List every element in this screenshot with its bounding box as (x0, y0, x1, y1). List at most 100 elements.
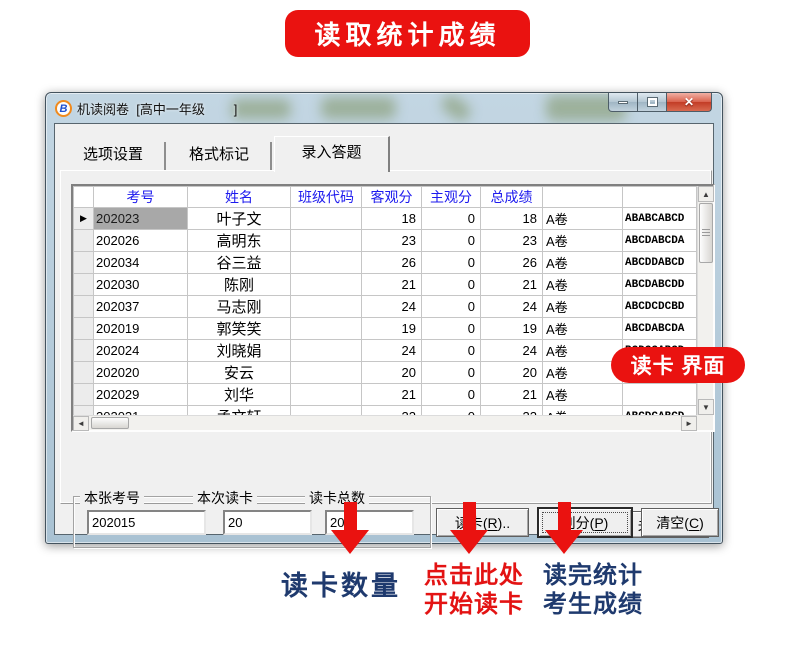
cell-answers[interactable]: ABCDABCDA (623, 318, 697, 340)
cell-class-code[interactable] (291, 318, 362, 340)
cell-total-score[interactable]: 19 (481, 318, 543, 340)
cell-total-score[interactable]: 24 (481, 340, 543, 362)
row-selector[interactable] (74, 340, 94, 362)
cell-paper-type[interactable]: A卷 (543, 296, 623, 318)
cell-paper-type[interactable]: A卷 (543, 208, 623, 230)
cell-objective-score[interactable]: 23 (362, 230, 422, 252)
cell-class-code[interactable] (291, 230, 362, 252)
cell-subjective-score[interactable]: 0 (422, 362, 481, 384)
table-row[interactable]: 202024刘晓娟24024A卷BCDCCABCD (74, 340, 697, 362)
cell-total-score[interactable]: 24 (481, 296, 543, 318)
cell-paper-type[interactable]: A卷 (543, 340, 623, 362)
cell-exam-no[interactable]: 202037 (94, 296, 188, 318)
cell-class-code[interactable] (291, 340, 362, 362)
cell-class-code[interactable] (291, 296, 362, 318)
cell-exam-no[interactable]: 202023 (94, 208, 188, 230)
scroll-left-button[interactable]: ◄ (73, 416, 89, 431)
cell-total-score[interactable]: 21 (481, 384, 543, 406)
scroll-down-button[interactable]: ▼ (698, 399, 714, 415)
cell-name[interactable]: 谷三益 (188, 252, 291, 274)
cell-objective-score[interactable]: 18 (362, 208, 422, 230)
cell-class-code[interactable] (291, 384, 362, 406)
cell-objective-score[interactable]: 19 (362, 318, 422, 340)
cell-objective-score[interactable]: 24 (362, 296, 422, 318)
cell-objective-score[interactable]: 26 (362, 252, 422, 274)
tab-format-marks[interactable]: 格式标记 (168, 142, 272, 170)
scroll-right-button[interactable]: ► (681, 416, 697, 431)
cards-this-session-input[interactable] (223, 510, 312, 535)
table-row[interactable]: 202026高明东23023A卷ABCDABCDA (74, 230, 697, 252)
cell-total-score[interactable]: 26 (481, 252, 543, 274)
cell-subjective-score[interactable]: 0 (422, 384, 481, 406)
cell-answers[interactable]: ABCDDABCD (623, 252, 697, 274)
cell-answers[interactable] (623, 384, 697, 406)
cell-exam-no[interactable]: 202030 (94, 274, 188, 296)
cell-answers[interactable]: ABCDABCDD (623, 274, 697, 296)
cell-subjective-score[interactable]: 0 (422, 296, 481, 318)
tab-enter-answers[interactable]: 录入答题 (274, 136, 390, 172)
row-selector[interactable] (74, 230, 94, 252)
table-row[interactable]: 202019郭笑笑19019A卷ABCDABCDA (74, 318, 697, 340)
row-selector[interactable]: ▶ (74, 208, 94, 230)
cell-class-code[interactable] (291, 274, 362, 296)
cell-name[interactable]: 陈刚 (188, 274, 291, 296)
cell-subjective-score[interactable]: 0 (422, 318, 481, 340)
cell-name[interactable]: 马志刚 (188, 296, 291, 318)
cell-exam-no[interactable]: 202020 (94, 362, 188, 384)
cell-subjective-score[interactable]: 0 (422, 274, 481, 296)
cell-class-code[interactable] (291, 362, 362, 384)
cell-total-score[interactable]: 23 (481, 230, 543, 252)
cell-name[interactable]: 刘晓娟 (188, 340, 291, 362)
cell-name[interactable]: 安云 (188, 362, 291, 384)
cell-answers[interactable]: ABCDABCDA (623, 230, 697, 252)
tab-option-settings[interactable]: 选项设置 (62, 142, 166, 170)
horizontal-scroll-track[interactable] (89, 416, 681, 430)
cell-answers[interactable]: ABCDCDCBD (623, 296, 697, 318)
horizontal-scroll-thumb[interactable] (91, 417, 129, 429)
close-window-button[interactable]: ✕ (667, 93, 712, 112)
table-row[interactable]: 202030陈刚21021A卷ABCDABCDD (74, 274, 697, 296)
cell-subjective-score[interactable]: 0 (422, 252, 481, 274)
cell-name[interactable]: 刘华 (188, 384, 291, 406)
cell-name[interactable]: 郭笑笑 (188, 318, 291, 340)
horizontal-scrollbar[interactable]: ◄ ► (73, 415, 697, 430)
row-selector[interactable] (74, 296, 94, 318)
cell-subjective-score[interactable]: 0 (422, 208, 481, 230)
cell-paper-type[interactable]: A卷 (543, 384, 623, 406)
current-exam-no-input[interactable] (87, 510, 206, 535)
row-selector[interactable] (74, 384, 94, 406)
table-row[interactable]: 202037马志刚24024A卷ABCDCDCBD (74, 296, 697, 318)
cell-exam-no[interactable]: 202019 (94, 318, 188, 340)
cell-objective-score[interactable]: 21 (362, 274, 422, 296)
table-row[interactable]: ▶202023叶子文18018A卷ABABCABCD (74, 208, 697, 230)
clear-button[interactable]: 清空(C) (641, 508, 719, 537)
row-selector[interactable] (74, 318, 94, 340)
cell-paper-type[interactable]: A卷 (543, 230, 623, 252)
cell-objective-score[interactable]: 24 (362, 340, 422, 362)
table-row[interactable]: 202020安云20020A卷 (74, 362, 697, 384)
cell-total-score[interactable]: 20 (481, 362, 543, 384)
vertical-scroll-thumb[interactable] (699, 203, 713, 263)
row-selector[interactable] (74, 362, 94, 384)
cell-class-code[interactable] (291, 208, 362, 230)
cell-objective-score[interactable]: 20 (362, 362, 422, 384)
minimize-button[interactable] (608, 93, 638, 112)
cell-total-score[interactable]: 18 (481, 208, 543, 230)
table-row[interactable]: 202029刘华21021A卷 (74, 384, 697, 406)
cell-subjective-score[interactable]: 0 (422, 340, 481, 362)
row-selector[interactable] (74, 274, 94, 296)
cell-total-score[interactable]: 21 (481, 274, 543, 296)
cell-answers[interactable]: ABABCABCD (623, 208, 697, 230)
cell-paper-type[interactable]: A卷 (543, 252, 623, 274)
cell-exam-no[interactable]: 202034 (94, 252, 188, 274)
maximize-button[interactable] (638, 93, 667, 112)
cell-paper-type[interactable]: A卷 (543, 274, 623, 296)
cell-name[interactable]: 叶子文 (188, 208, 291, 230)
cell-paper-type[interactable]: A卷 (543, 318, 623, 340)
cell-subjective-score[interactable]: 0 (422, 230, 481, 252)
table-row[interactable]: 202034谷三益26026A卷ABCDDABCD (74, 252, 697, 274)
scroll-up-button[interactable]: ▲ (698, 186, 714, 202)
cell-name[interactable]: 高明东 (188, 230, 291, 252)
cell-exam-no[interactable]: 202026 (94, 230, 188, 252)
cell-exam-no[interactable]: 202029 (94, 384, 188, 406)
